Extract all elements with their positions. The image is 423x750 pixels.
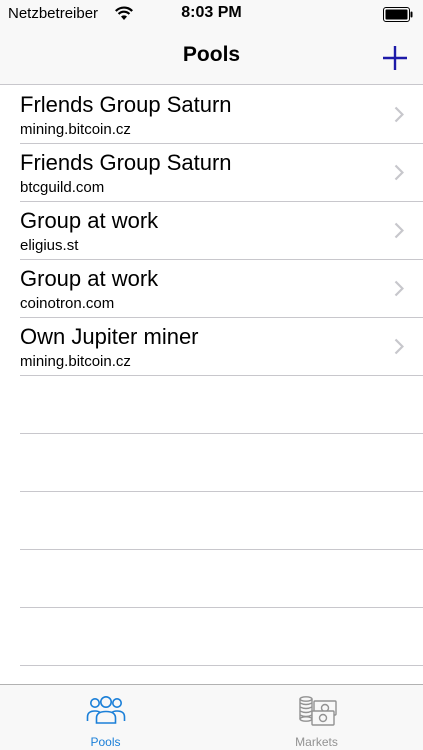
pool-row[interactable]: Friends Group Saturn btcguild.com: [0, 144, 423, 202]
pool-host: mining.bitcoin.cz: [20, 121, 131, 138]
plus-icon: [383, 46, 407, 70]
chevron-right-icon: [394, 222, 404, 239]
pool-row[interactable]: Group at work coinotron.com: [0, 260, 423, 318]
pool-row[interactable]: Group at work eligius.st: [0, 202, 423, 260]
pool-row[interactable]: Frlends Group Saturn mining.bitcoin.cz: [0, 86, 423, 144]
pool-host: mining.bitcoin.cz: [20, 353, 131, 370]
tab-label: Markets: [295, 735, 338, 749]
status-bar: Netzbetreiber 8:03 PM: [0, 0, 423, 30]
add-pool-button[interactable]: [375, 38, 415, 78]
status-time: 8:03 PM: [181, 4, 242, 21]
tab-label: Pools: [90, 735, 121, 749]
chevron-right-icon: [394, 164, 404, 181]
pool-host: coinotron.com: [20, 295, 115, 312]
empty-row: [0, 434, 423, 492]
chevron-right-icon: [394, 106, 404, 123]
empty-row: [0, 492, 423, 550]
chevron-right-icon: [394, 338, 404, 355]
chevron-right-icon: [394, 280, 404, 297]
pool-name: Group at work: [20, 266, 159, 291]
battery-icon: [383, 7, 413, 22]
pool-host: btcguild.com: [20, 179, 105, 196]
pool-name: Own Jupiter miner: [20, 324, 199, 349]
empty-row: [0, 608, 423, 666]
empty-row: [0, 550, 423, 608]
pool-row[interactable]: Own Jupiter miner mining.bitcoin.cz: [0, 318, 423, 376]
money-icon: [298, 696, 337, 726]
pool-list: Frlends Group Saturn mining.bitcoin.cz F…: [0, 86, 423, 666]
tab-bar: Pools Markets: [0, 684, 423, 750]
page-title: Pools: [182, 43, 241, 66]
navigation-bar: Pools: [0, 30, 423, 85]
pool-name: Group at work: [20, 208, 159, 233]
tab-pools[interactable]: Pools: [0, 685, 211, 750]
pool-name: Frlends Group Saturn: [20, 92, 232, 117]
tab-markets[interactable]: Markets: [211, 685, 422, 750]
group-icon: [86, 696, 125, 724]
empty-row: [0, 376, 423, 434]
pool-name: Friends Group Saturn: [20, 150, 232, 175]
pool-host: eligius.st: [20, 237, 79, 254]
